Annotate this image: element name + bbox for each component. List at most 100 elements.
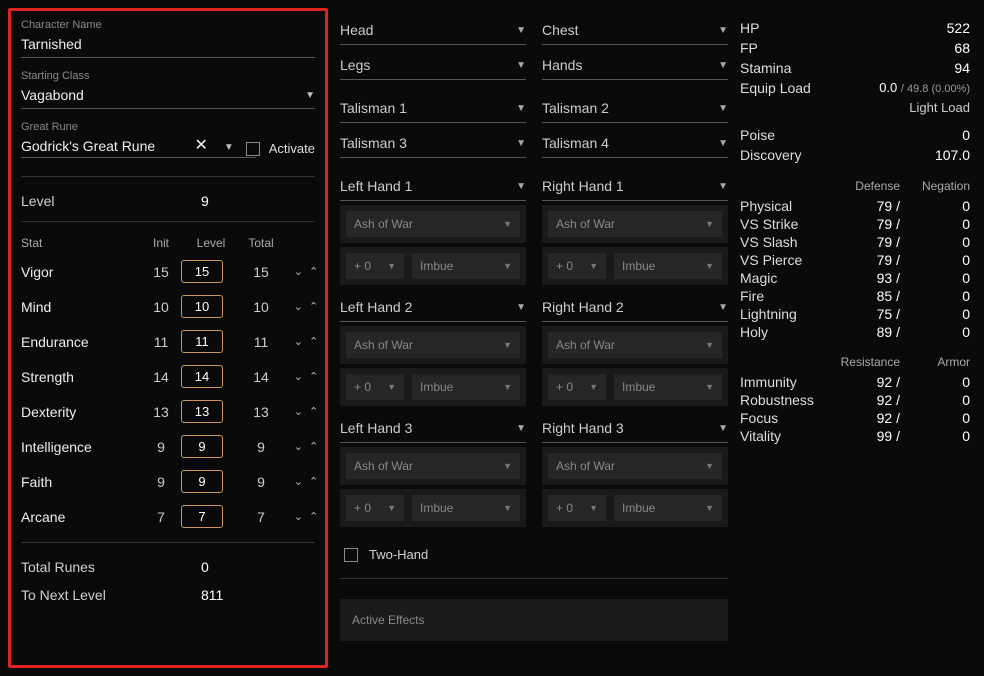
upgrade-select-left-2[interactable]: + 0▼ [346,374,404,400]
stat-down-icon[interactable]: ⌄ [294,300,303,313]
clear-rune-icon[interactable]: ✕ [190,135,211,159]
equip-slot-legs[interactable]: Legs▼ [340,53,526,80]
imbue-select-left-1[interactable]: Imbue▼ [412,253,520,279]
ash-select-left-1[interactable]: Ash of War▼ [346,211,520,237]
stat-down-icon[interactable]: ⌄ [294,510,303,523]
imbue-select-right-2[interactable]: Imbue▼ [614,374,722,400]
stat-level-input[interactable] [181,470,223,493]
caret-down-icon: ▼ [718,138,728,149]
caret-down-icon: ▼ [705,219,714,229]
stat-up-icon[interactable]: ⌃ [309,335,318,348]
caret-down-icon: ▼ [705,261,714,271]
imbue-select-left-2[interactable]: Imbue▼ [412,374,520,400]
stat-up-icon[interactable]: ⌃ [309,405,318,418]
stat-level-input[interactable] [181,400,223,423]
defense-vs-strike: VS Strike79 /0 [740,215,970,233]
weapon-left-1[interactable]: Left Hand 1▼ [340,174,526,201]
rune-select[interactable]: Godrick's Great Rune [21,135,182,159]
stat-up-icon[interactable]: ⌃ [309,370,318,383]
stat-level-input[interactable] [181,260,223,283]
stat-level-input[interactable] [181,365,223,388]
stat-name: Intelligence [21,439,141,455]
stat-up-icon[interactable]: ⌃ [309,475,318,488]
upgrade-select-right-1[interactable]: + 0▼ [548,253,606,279]
equip-slot-talisman-4[interactable]: Talisman 4▼ [542,131,728,158]
equip-slot-head[interactable]: Head▼ [340,18,526,45]
ash-select-right-2[interactable]: Ash of War▼ [548,332,722,358]
stat-total: 15 [241,264,281,280]
ash-select-right-3[interactable]: Ash of War▼ [548,453,722,479]
stat-down-icon[interactable]: ⌄ [294,440,303,453]
stat-up-icon[interactable]: ⌃ [309,440,318,453]
two-hand-checkbox[interactable] [344,548,358,562]
stat-init: 11 [141,334,181,350]
ash-select-left-2[interactable]: Ash of War▼ [346,332,520,358]
stat-init: 14 [141,369,181,385]
to-next-value: 811 [201,587,223,603]
caret-down-icon[interactable]: ▼ [220,142,238,159]
caret-down-icon: ▼ [718,103,728,114]
caret-down-icon: ▼ [387,503,396,513]
upgrade-select-right-2[interactable]: + 0▼ [548,374,606,400]
caret-down-icon: ▼ [516,423,526,434]
stat-level-input[interactable] [181,435,223,458]
ash-select-left-3[interactable]: Ash of War▼ [346,453,520,479]
caret-down-icon: ▼ [503,340,512,350]
stat-init: 9 [141,474,181,490]
weapon-right-2[interactable]: Right Hand 2▼ [542,295,728,322]
class-select[interactable]: Vagabond ▼ [21,84,315,109]
caret-down-icon: ▼ [503,382,512,392]
char-name-label: Character Name [21,19,315,31]
stat-down-icon[interactable]: ⌄ [294,370,303,383]
stat-name: Vigor [21,264,141,280]
equip-slot-talisman-1[interactable]: Talisman 1▼ [340,96,526,123]
level-label: Level [21,193,201,209]
stat-down-icon[interactable]: ⌄ [294,335,303,348]
caret-down-icon: ▼ [503,219,512,229]
stat-row-strength: Strength1414⌄⌃ [21,359,315,394]
stat-up-icon[interactable]: ⌃ [309,300,318,313]
stat-level-input[interactable] [181,330,223,353]
stat-down-icon[interactable]: ⌄ [294,405,303,418]
stat-level-input[interactable] [181,295,223,318]
weapon-right-3[interactable]: Right Hand 3▼ [542,416,728,443]
equip-slot-hands[interactable]: Hands▼ [542,53,728,80]
stat-down-icon[interactable]: ⌄ [294,475,303,488]
caret-down-icon: ▼ [718,181,728,192]
imbue-select-left-3[interactable]: Imbue▼ [412,495,520,521]
stat-up-icon[interactable]: ⌃ [309,265,318,278]
activate-checkbox[interactable] [246,142,260,156]
stat-row-faith: Faith99⌄⌃ [21,464,315,499]
weapon-left-3[interactable]: Left Hand 3▼ [340,416,526,443]
upgrade-select-right-3[interactable]: + 0▼ [548,495,606,521]
defense-vs-pierce: VS Pierce79 /0 [740,251,970,269]
stat-init: 10 [141,299,181,315]
equip-slot-talisman-3[interactable]: Talisman 3▼ [340,131,526,158]
equipment-panel: Head▼ Chest▼ Legs▼ Hands▼ Talisman 1▼ Talism… [340,8,728,668]
weapon-left-2[interactable]: Left Hand 2▼ [340,295,526,322]
load-type: Light Load [740,98,970,125]
stat-down-icon[interactable]: ⌄ [294,265,303,278]
char-name-input[interactable] [21,33,315,58]
resistance-vitality: Vitality99 /0 [740,427,970,445]
stat-total: 11 [241,334,281,350]
equip-slot-talisman-2[interactable]: Talisman 2▼ [542,96,728,123]
imbue-select-right-3[interactable]: Imbue▼ [614,495,722,521]
summary-poise: Poise0 [740,125,970,145]
stat-row-arcane: Arcane77⌄⌃ [21,499,315,534]
caret-down-icon: ▼ [589,261,598,271]
total-runes-value: 0 [201,559,209,575]
two-hand-label: Two-Hand [369,547,428,562]
equip-slot-chest[interactable]: Chest▼ [542,18,728,45]
stat-row-endurance: Endurance1111⌄⌃ [21,324,315,359]
character-panel: Character Name Starting Class Vagabond ▼… [8,8,328,668]
stat-up-icon[interactable]: ⌃ [309,510,318,523]
caret-down-icon: ▼ [516,25,526,36]
weapon-right-1[interactable]: Right Hand 1▼ [542,174,728,201]
upgrade-select-left-1[interactable]: + 0▼ [346,253,404,279]
upgrade-select-left-3[interactable]: + 0▼ [346,495,404,521]
imbue-select-right-1[interactable]: Imbue▼ [614,253,722,279]
ash-select-right-1[interactable]: Ash of War▼ [548,211,722,237]
defense-vs-slash: VS Slash79 /0 [740,233,970,251]
stat-level-input[interactable] [181,505,223,528]
